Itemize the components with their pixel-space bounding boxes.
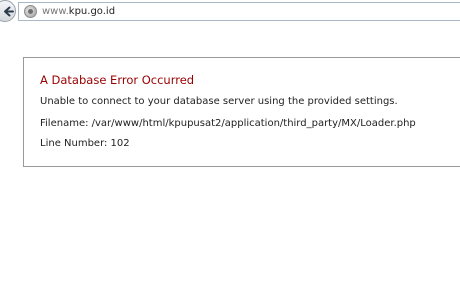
error-title: A Database Error Occurred: [40, 73, 195, 87]
back-button[interactable]: [0, 0, 16, 22]
database-error-panel: A Database Error Occurred Unable to conn…: [23, 57, 460, 167]
url-prefix: www.: [42, 6, 69, 17]
error-line-number: Line Number: 102: [40, 138, 130, 149]
url-text[interactable]: www.kpu.go.id: [42, 3, 115, 20]
error-filename: Filename: /var/www/html/kpupusat2/applic…: [40, 118, 416, 129]
site-identity-icon[interactable]: [24, 5, 37, 18]
back-arrow-icon: [3, 6, 14, 16]
browser-toolbar: www.kpu.go.id: [0, 0, 460, 24]
error-message: Unable to connect to your database serve…: [40, 96, 398, 107]
address-bar[interactable]: www.kpu.go.id: [18, 2, 460, 21]
url-domain: kpu.go.id: [68, 6, 116, 17]
